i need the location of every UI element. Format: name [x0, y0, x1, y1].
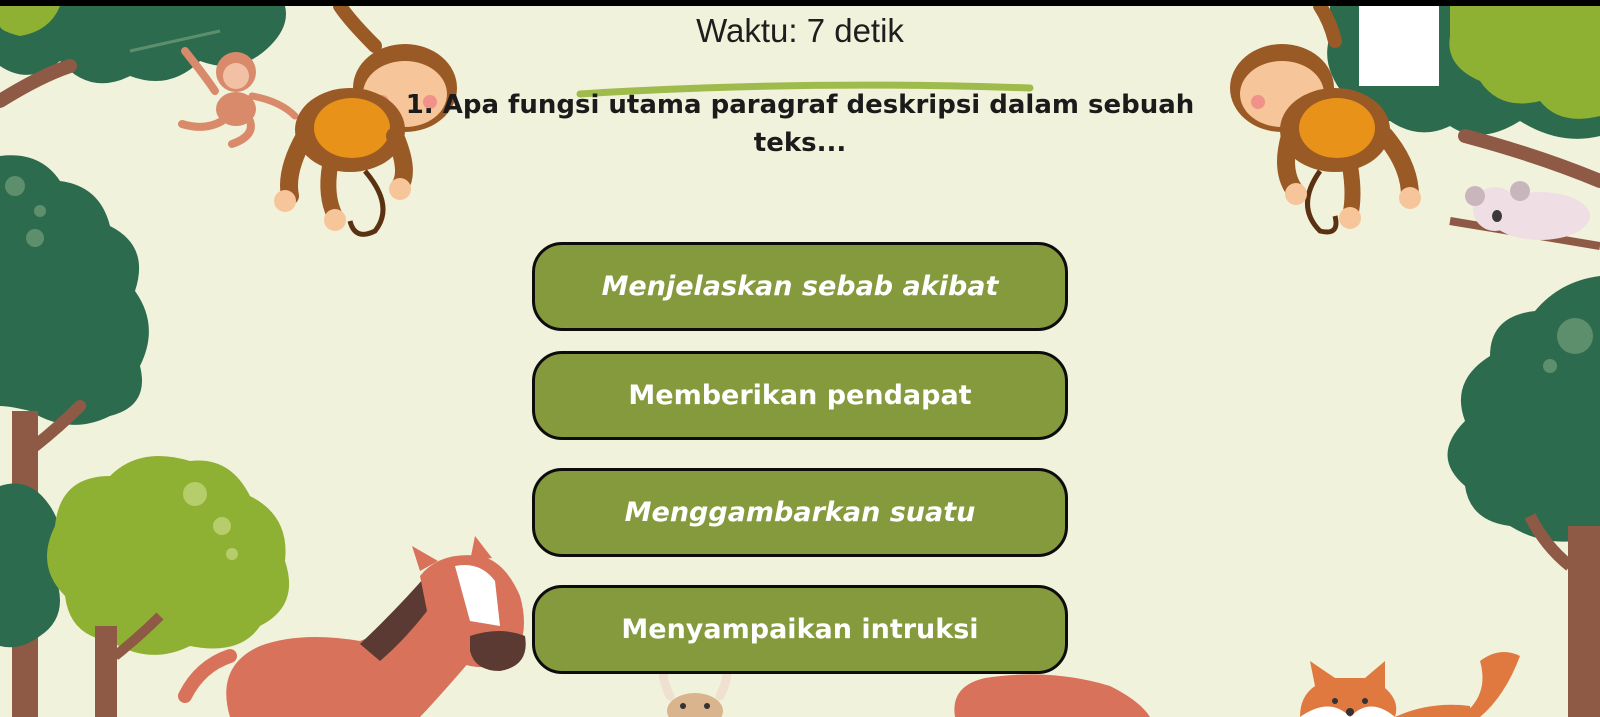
- answer-button-2[interactable]: Memberikan pendapat: [532, 351, 1068, 440]
- monkey-icon: [178, 47, 299, 148]
- answer-button-3[interactable]: Menggambarkan suatu: [532, 468, 1068, 557]
- answer-button-4[interactable]: Menyampaikan intruksi: [532, 585, 1068, 674]
- timer-label: Waktu: 7 detik: [696, 12, 904, 49]
- corner-box: [1359, 6, 1439, 86]
- tree-icon: [1447, 276, 1600, 717]
- game-screen: Waktu: 7 detik 1. Apa fungsi utama parag…: [0, 6, 1600, 717]
- question-text: 1. Apa fungsi utama paragraf deskripsi d…: [405, 90, 1195, 158]
- horse-icon: [954, 674, 1150, 717]
- koala-icon: [1449, 181, 1600, 250]
- fox-icon: [1300, 652, 1520, 717]
- answer-button-1[interactable]: Menjelaskan sebab akibat: [532, 242, 1068, 331]
